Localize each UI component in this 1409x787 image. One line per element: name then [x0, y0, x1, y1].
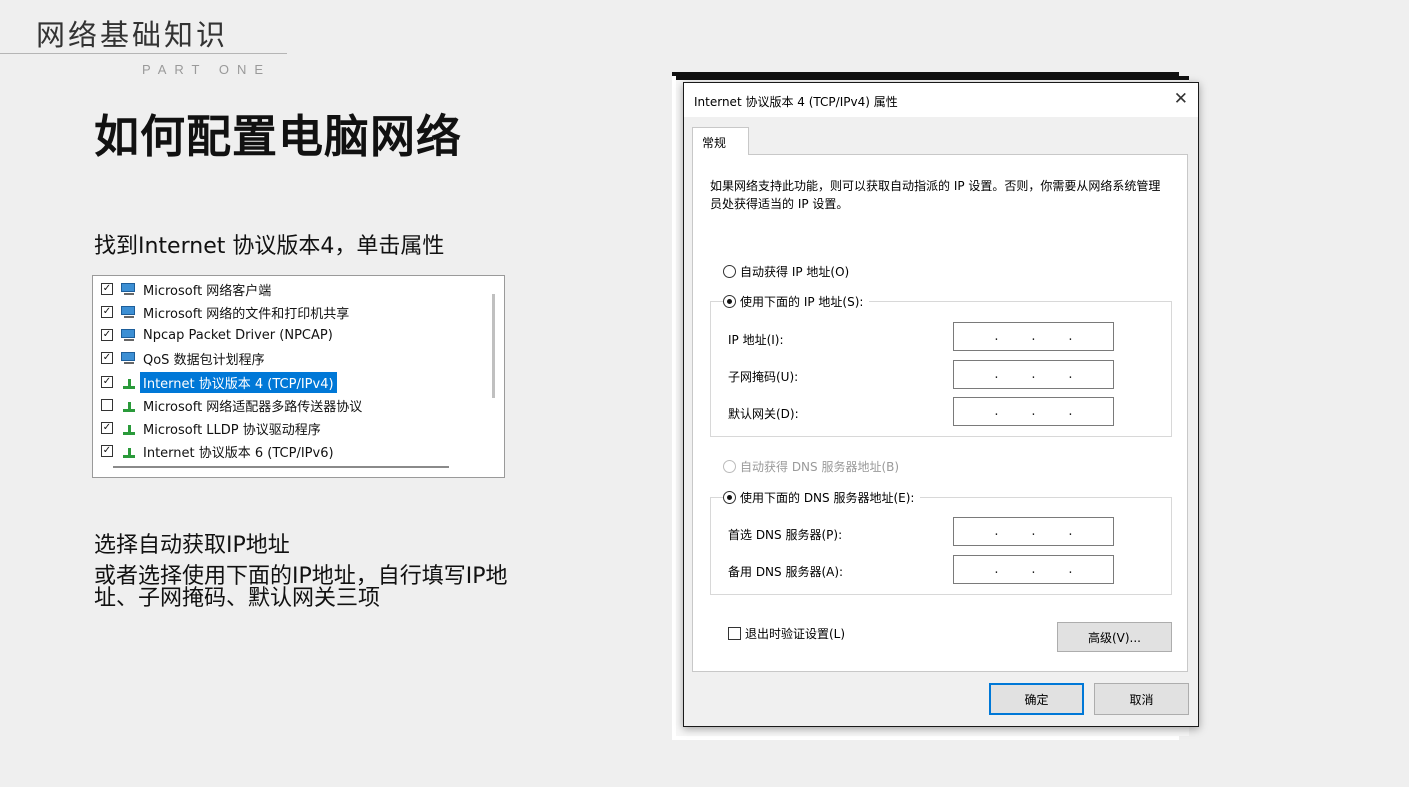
checkbox[interactable]: ✓ [101, 352, 113, 364]
list-item-selected[interactable]: ✓ Internet 协议版本 4 (TCP/IPv4) [101, 371, 337, 393]
alternate-dns-label: 备用 DNS 服务器(A): [728, 565, 844, 579]
checkbox[interactable]: ✓ [101, 422, 113, 434]
list-item-label: Internet 协议版本 6 (TCP/IPv6) [143, 445, 334, 461]
auto-ip-label: 自动获得 IP 地址(O) [740, 265, 850, 279]
checkbox[interactable]: ✓ [101, 376, 113, 388]
ok-button[interactable]: 确定 [989, 683, 1084, 715]
list-item-label: Microsoft 网络客户端 [143, 283, 272, 299]
ip-address-input[interactable]: ... [953, 322, 1114, 351]
advanced-button[interactable]: 高级(V)... [1057, 622, 1172, 652]
part-label: PART ONE [142, 62, 272, 77]
checkbox[interactable]: ✓ [101, 329, 113, 341]
network-client-icon [120, 351, 138, 365]
tab-label: 常规 [702, 136, 727, 150]
list-item[interactable]: ✓ Microsoft LLDP 协议驱动程序 [101, 417, 324, 439]
gateway-input[interactable]: ... [953, 397, 1114, 426]
list-item[interactable]: Microsoft 网络适配器多路传送器协议 [101, 394, 365, 416]
list-item[interactable]: ✓ QoS 数据包计划程序 [101, 347, 268, 369]
slide-title: 如何配置电脑网络 [94, 110, 463, 163]
auto-dns-radio[interactable]: 自动获得 DNS 服务器地址(B) [723, 458, 899, 475]
network-client-icon [120, 305, 138, 319]
list-item[interactable]: ✓ Microsoft 网络客户端 [101, 278, 274, 300]
protocol-icon [120, 421, 138, 435]
ip-address-label: IP 地址(I): [728, 333, 784, 347]
dialog-title: Internet 协议版本 4 (TCP/IPv4) 属性 [694, 95, 898, 109]
list-item-label: Microsoft LLDP 协议驱动程序 [143, 422, 321, 438]
manual-dns-label: 使用下面的 DNS 服务器地址(E): [740, 491, 915, 505]
radio-icon [723, 295, 736, 308]
step2-instruction: 选择自动获取IP地址 [94, 533, 290, 558]
step1-instruction: 找到Internet 协议版本4，单击属性 [94, 234, 445, 259]
protocol-icon [120, 398, 138, 412]
cancel-button[interactable]: 取消 [1094, 683, 1189, 715]
list-item-label: Microsoft 网络的文件和打印机共享 [143, 306, 350, 322]
network-client-icon [120, 328, 138, 342]
checkbox[interactable]: ✓ [101, 306, 113, 318]
subnet-mask-label: 子网掩码(U): [728, 370, 799, 384]
checkbox[interactable]: ✓ [101, 283, 113, 295]
list-item-label: Internet 协议版本 4 (TCP/IPv4) [140, 371, 337, 393]
network-component-list: ✓ Microsoft 网络客户端 ✓ Microsoft 网络的文件和打印机共… [92, 275, 505, 478]
dialog-titlebar[interactable]: Internet 协议版本 4 (TCP/IPv4) 属性 ✕ [684, 83, 1198, 117]
ipv4-properties-dialog: Internet 协议版本 4 (TCP/IPv4) 属性 ✕ 常规 如果网络支… [683, 82, 1199, 727]
list-item-label: Microsoft 网络适配器多路传送器协议 [143, 399, 363, 415]
manual-ip-label: 使用下面的 IP 地址(S): [740, 295, 864, 309]
horizontal-scrollbar[interactable] [113, 466, 449, 468]
radio-icon [723, 460, 736, 473]
alternate-dns-input[interactable]: ... [953, 555, 1114, 584]
description-text: 如果网络支持此功能，则可以获取自动指派的 IP 设置。否则，你需要从网络系统管理… [710, 179, 1161, 211]
list-item-label: Npcap Packet Driver (NPCAP) [143, 327, 333, 343]
network-client-icon [120, 282, 138, 296]
tab-general[interactable]: 常规 [692, 127, 749, 155]
validate-label: 退出时验证设置(L) [745, 627, 846, 641]
preferred-dns-label: 首选 DNS 服务器(P): [728, 528, 843, 542]
radio-icon [723, 265, 736, 278]
list-item[interactable]: ✓ Npcap Packet Driver (NPCAP) [101, 324, 336, 346]
slide-topic: 网络基础知识 [36, 18, 229, 52]
subnet-mask-input[interactable]: ... [953, 360, 1114, 389]
list-item-label: QoS 数据包计划程序 [143, 352, 265, 368]
topic-divider [0, 53, 287, 54]
preferred-dns-input[interactable]: ... [953, 517, 1114, 546]
list-item[interactable]: ✓ Internet 协议版本 6 (TCP/IPv6) [101, 440, 337, 462]
radio-icon [723, 491, 736, 504]
protocol-icon [120, 375, 138, 389]
protocol-icon [120, 444, 138, 458]
checkbox[interactable] [101, 399, 113, 411]
auto-dns-label: 自动获得 DNS 服务器地址(B) [740, 460, 900, 474]
vertical-scrollbar[interactable] [492, 294, 495, 398]
validate-on-exit-checkbox[interactable]: 退出时验证设置(L) [728, 625, 845, 642]
checkbox-icon [728, 627, 741, 640]
auto-ip-radio[interactable]: 自动获得 IP 地址(O) [723, 263, 849, 280]
manual-ip-radio[interactable]: 使用下面的 IP 地址(S): [723, 293, 870, 310]
gateway-label: 默认网关(D): [728, 407, 799, 421]
checkbox[interactable]: ✓ [101, 445, 113, 457]
general-panel: 如果网络支持此功能，则可以获取自动指派的 IP 设置。否则，你需要从网络系统管理… [692, 154, 1188, 672]
list-item[interactable]: ✓ Microsoft 网络的文件和打印机共享 [101, 301, 352, 323]
step3-instruction: 或者选择使用下面的IP地址，自行填写IP地址、子网掩码、默认网关三项 [94, 564, 508, 611]
manual-dns-radio[interactable]: 使用下面的 DNS 服务器地址(E): [723, 489, 921, 506]
close-icon[interactable]: ✕ [1174, 89, 1188, 109]
